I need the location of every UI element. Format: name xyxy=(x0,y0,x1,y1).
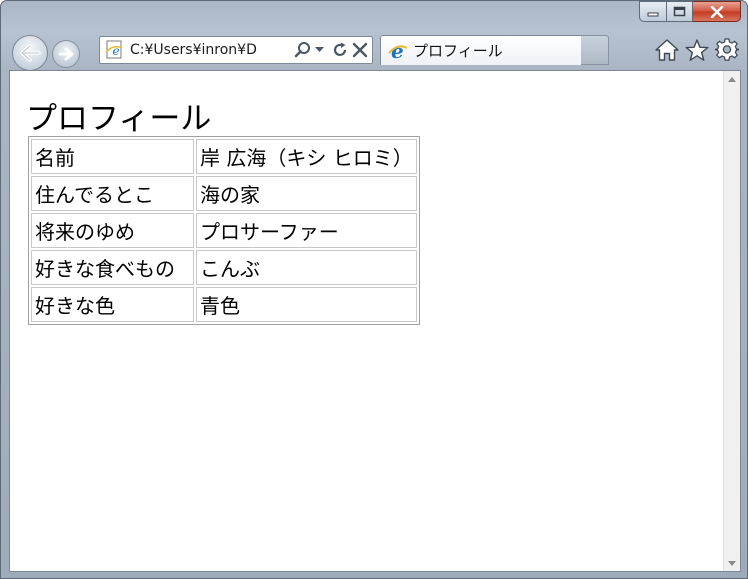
back-button[interactable] xyxy=(12,35,48,71)
tab-title: プロフィール xyxy=(413,42,503,60)
vertical-scrollbar[interactable] xyxy=(723,71,740,571)
search-dropdown[interactable] xyxy=(315,47,324,53)
table-row: 好きな色 青色 xyxy=(31,287,417,322)
table-row: 好きな食べもの こんぶ xyxy=(31,250,417,285)
address-tools xyxy=(294,41,372,59)
minimize-icon xyxy=(647,12,659,16)
maximize-icon xyxy=(673,6,686,17)
scroll-down-button[interactable] xyxy=(724,555,740,571)
tab-profile[interactable]: e プロフィール xyxy=(380,35,608,65)
star-icon xyxy=(685,38,709,61)
search-icon xyxy=(294,42,310,58)
row-key: 将来のゆめ xyxy=(31,213,194,248)
svg-text:e: e xyxy=(391,40,404,62)
scroll-up-button[interactable] xyxy=(724,71,740,87)
address-bar[interactable]: e C:¥Users¥inron¥D xyxy=(99,36,373,64)
ie-page-icon: e xyxy=(105,40,123,59)
refresh-icon xyxy=(333,42,347,56)
new-tab-button[interactable] xyxy=(581,35,609,65)
row-value: 青色 xyxy=(196,287,417,322)
profile-table: 名前 岸 広海（キシ ヒロミ） 住んでるとこ 海の家 将来のゆめ プロサーファー… xyxy=(28,136,420,325)
gear-icon xyxy=(715,38,739,61)
row-key: 住んでるとこ xyxy=(31,176,194,211)
address-text[interactable]: C:¥Users¥inron¥D xyxy=(130,42,270,58)
home-icon xyxy=(655,39,679,61)
forward-button[interactable] xyxy=(52,40,80,68)
row-key: 名前 xyxy=(31,139,194,174)
row-value: 海の家 xyxy=(196,176,417,211)
close-icon xyxy=(710,5,723,18)
chevron-up-icon xyxy=(728,76,736,82)
close-window-button[interactable] xyxy=(693,1,741,22)
forward-arrow-icon xyxy=(58,47,74,61)
maximize-button[interactable] xyxy=(667,1,693,22)
row-key: 好きな色 xyxy=(31,287,194,322)
row-value: プロサーファー xyxy=(196,213,417,248)
page-title: プロフィール xyxy=(26,101,212,137)
table-row: 名前 岸 広海（キシ ヒロミ） xyxy=(31,139,417,174)
table-row: 将来のゆめ プロサーファー xyxy=(31,213,417,248)
navigation-bar: e C:¥Users¥inron¥D e プロフィール xyxy=(9,32,741,71)
page-viewport: プロフィール 名前 岸 広海（キシ ヒロミ） 住んでるとこ 海の家 将来のゆめ … xyxy=(9,70,741,572)
ie-logo-icon: e xyxy=(388,40,408,62)
table-row: 住んでるとこ 海の家 xyxy=(31,176,417,211)
row-value: 岸 広海（キシ ヒロミ） xyxy=(196,139,417,174)
back-arrow-icon xyxy=(20,44,41,62)
stop-button[interactable] xyxy=(352,42,368,58)
home-button[interactable] xyxy=(655,39,679,61)
command-icons xyxy=(655,38,739,62)
chevron-down-icon xyxy=(728,560,736,566)
row-key: 好きな食べもの xyxy=(31,250,194,285)
minimize-button[interactable] xyxy=(639,1,667,22)
window-caption-buttons xyxy=(639,1,741,23)
refresh-button[interactable] xyxy=(331,41,349,59)
row-value: こんぶ xyxy=(196,250,417,285)
chevron-down-icon xyxy=(315,47,324,52)
browser-window: e C:¥Users¥inron¥D e プロフィール プロフィール 名前 岸 … xyxy=(0,0,748,579)
stop-icon xyxy=(352,42,368,58)
favorites-button[interactable] xyxy=(685,38,709,62)
search-button[interactable] xyxy=(294,41,312,59)
tools-button[interactable] xyxy=(715,38,739,62)
